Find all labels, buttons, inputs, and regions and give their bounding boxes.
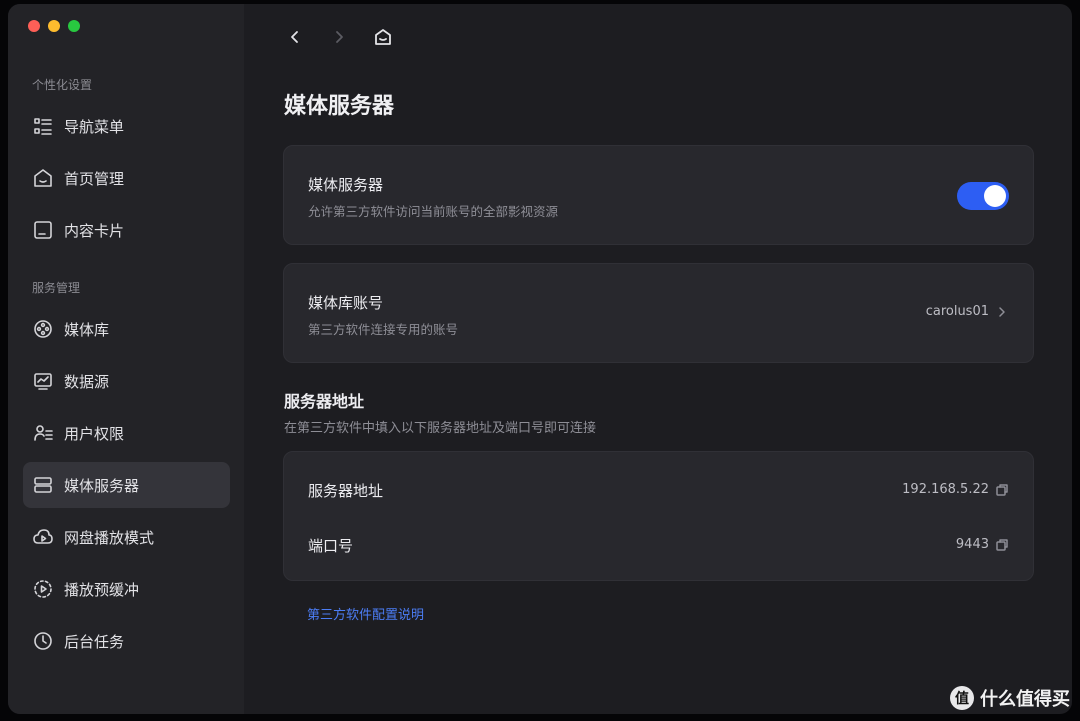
copy-icon[interactable] [995,538,1009,552]
sidebar-item-label: 首页管理 [64,169,125,188]
sidebar-item-cloud-play-mode[interactable]: 网盘播放模式 [23,514,230,560]
chevron-right-icon [999,306,1005,317]
sidebar: 个性化设置 导航菜单 首页管理 内容卡片 服务管理 媒体库 数据源 用户权限 媒… [8,4,244,714]
sidebar-item-prebuffer[interactable]: 播放预缓冲 [23,566,230,612]
watermark: 值 什么值得买 [950,685,1070,711]
sidebar-item-label: 导航菜单 [64,117,125,136]
sidebar-item-label: 媒体服务器 [64,476,140,495]
minimize-window-button[interactable] [48,20,60,32]
sidebar-item-label: 用户权限 [64,424,125,443]
library-account-card[interactable]: 媒体库账号 第三方软件连接专用的账号 carolus01 [283,263,1034,363]
sidebar-item-label: 媒体库 [64,320,110,339]
server-address-value-row: 192.168.5.22 [902,482,1009,497]
copy-icon[interactable] [995,483,1009,497]
app-window: 个性化设置 导航菜单 首页管理 内容卡片 服务管理 媒体库 数据源 用户权限 媒… [8,4,1072,714]
card-icon [32,219,54,241]
sidebar-item-media-server[interactable]: 媒体服务器 [23,462,230,508]
library-account-desc: 第三方软件连接专用的账号 [308,322,459,337]
sidebar-item-nav-menu[interactable]: 导航菜单 [23,103,230,149]
sidebar-item-media-library[interactable]: 媒体库 [23,306,230,352]
back-button[interactable] [284,26,306,48]
sidebar-item-home[interactable]: 首页管理 [23,155,230,201]
monitor-chart-icon [32,370,54,392]
media-server-toggle[interactable] [957,182,1009,210]
home-icon [375,29,391,45]
sidebar-item-user-permissions[interactable]: 用户权限 [23,410,230,456]
media-server-title: 媒体服务器 [308,176,384,194]
section-title-personal: 个性化设置 [32,78,93,92]
sidebar-item-label: 后台任务 [64,632,125,651]
sidebar-item-content-card[interactable]: 内容卡片 [23,207,230,253]
port-value: 9443 [955,537,989,552]
chevron-left-icon [291,31,298,43]
watermark-badge: 值 [950,686,974,710]
port-value-row: 9443 [956,537,1009,552]
chevron-right-icon [336,31,343,43]
watermark-text: 什么值得买 [980,689,1070,710]
maximize-window-button[interactable] [68,20,80,32]
port-label: 端口号 [308,537,354,555]
media-server-desc: 允许第三方软件访问当前账号的全部影视资源 [308,204,559,219]
server-icon [32,474,54,496]
forward-button[interactable] [328,26,350,48]
library-account-value: carolus01 [925,304,989,319]
sidebar-item-background-tasks[interactable]: 后台任务 [23,618,230,664]
toggle-knob [984,185,1006,207]
top-navigation [284,26,394,48]
server-address-section-title: 服务器地址 [284,392,365,411]
server-address-card: 服务器地址 192.168.5.22 端口号 9443 [283,451,1034,581]
media-server-card: 媒体服务器 允许第三方软件访问当前账号的全部影视资源 [283,145,1034,245]
cloud-play-icon [32,526,54,548]
page-title: 媒体服务器 [284,94,395,119]
sidebar-item-data-source[interactable]: 数据源 [23,358,230,404]
clock-icon [32,630,54,652]
home-button[interactable] [372,26,394,48]
buffer-play-icon [32,578,54,600]
sidebar-item-label: 数据源 [64,372,110,391]
server-address-value: 192.168.5.22 [902,482,989,497]
film-reel-icon [32,318,54,340]
library-account-value-row: carolus01 [926,304,1009,319]
library-account-title: 媒体库账号 [308,294,384,312]
list-icon [32,115,54,137]
window-controls [28,20,80,32]
sidebar-item-label: 内容卡片 [64,221,125,240]
close-window-button[interactable] [28,20,40,32]
user-list-icon [32,422,54,444]
sidebar-item-label: 播放预缓冲 [64,580,140,599]
sidebar-item-label: 网盘播放模式 [64,528,155,547]
home-icon [32,167,54,189]
third-party-config-help-link[interactable]: 第三方软件配置说明 [307,604,424,623]
server-address-label: 服务器地址 [308,482,384,500]
server-address-section-desc: 在第三方软件中填入以下服务器地址及端口号即可连接 [284,421,597,436]
section-title-service: 服务管理 [32,281,81,295]
